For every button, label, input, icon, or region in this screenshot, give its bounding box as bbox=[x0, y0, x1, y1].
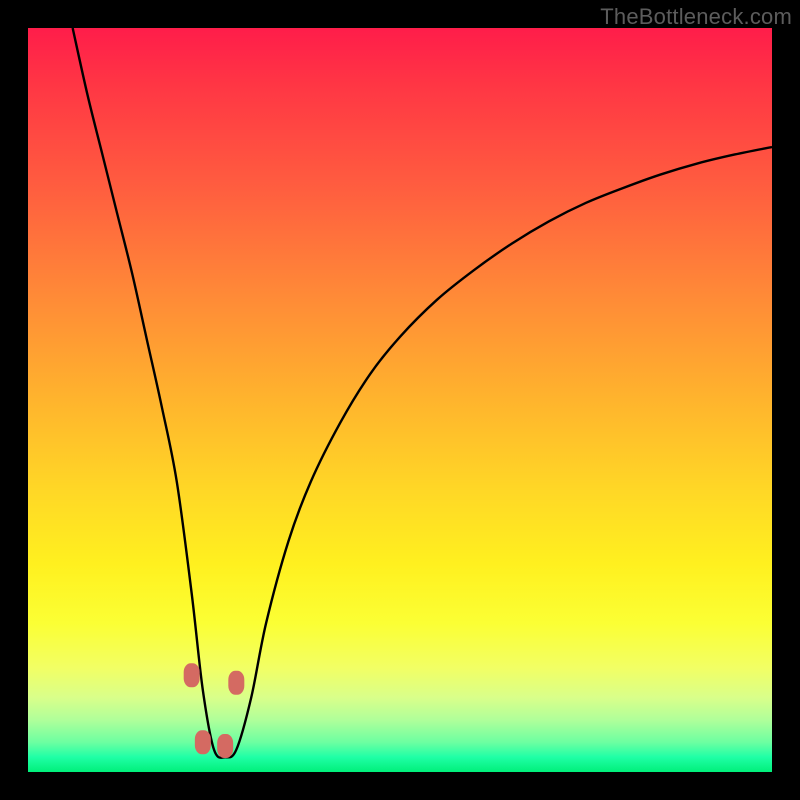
curve-svg bbox=[28, 28, 772, 772]
chart-frame: TheBottleneck.com bbox=[0, 0, 800, 800]
curve-marker bbox=[184, 663, 200, 687]
curve-marker bbox=[217, 734, 233, 758]
curve-marker bbox=[228, 671, 244, 695]
curve-marker bbox=[195, 730, 211, 754]
curve-markers bbox=[184, 663, 245, 758]
bottleneck-curve bbox=[73, 28, 772, 758]
plot-area bbox=[28, 28, 772, 772]
watermark-text: TheBottleneck.com bbox=[600, 4, 792, 30]
